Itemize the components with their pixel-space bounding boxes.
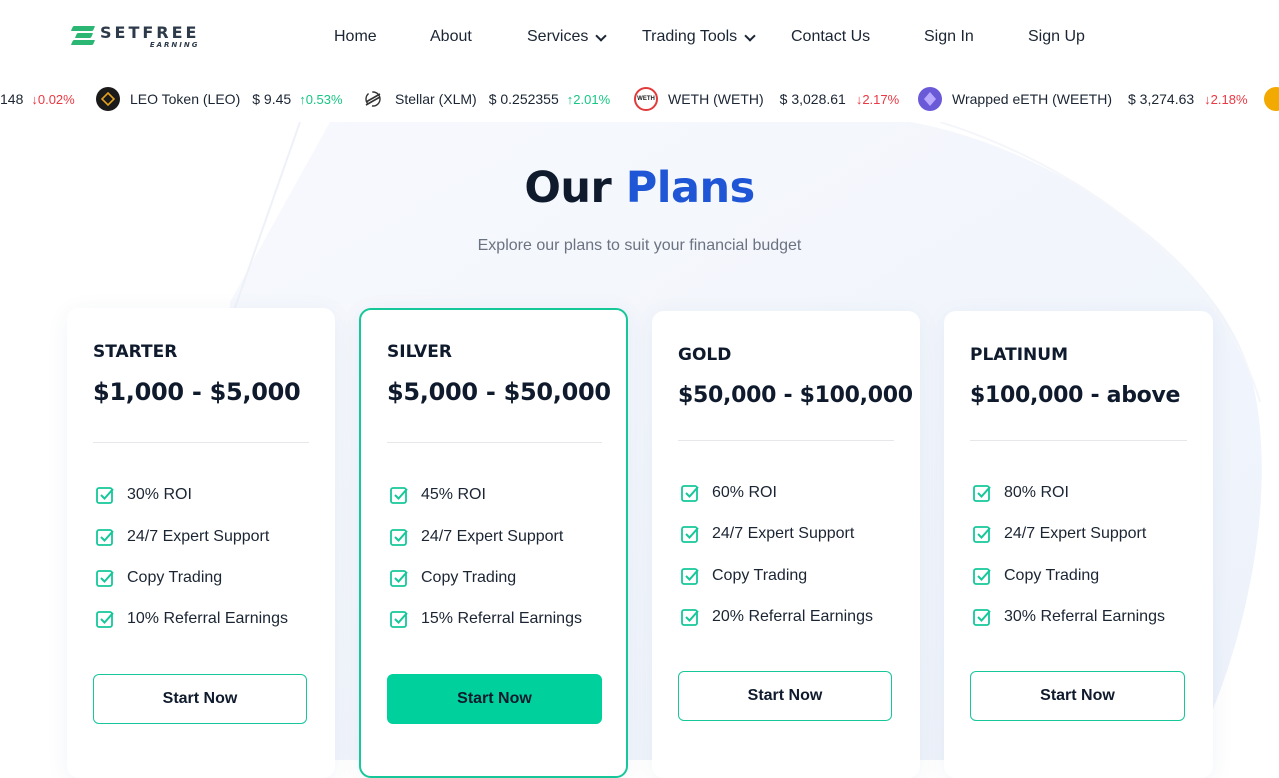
divider <box>387 442 602 443</box>
check-icon <box>681 526 699 543</box>
ticker-change: ↓2.17% <box>855 91 900 107</box>
section-subtitle: Explore our plans to suit your financial… <box>477 237 802 254</box>
leo-token-icon <box>96 87 120 111</box>
nav-sign-up[interactable]: Sign Up <box>1028 28 1085 46</box>
plan-card-platinum: PLATINUM $100,000 - above 80% ROI 24/7 E… <box>944 311 1213 778</box>
plan-name: PLATINUM <box>970 345 1068 365</box>
ticker-name: WETH (WETH) <box>668 91 764 107</box>
check-icon <box>973 526 991 543</box>
site-header: SETFREE EARNING Home About Services Trad… <box>0 0 1279 76</box>
feature-item: 15% Referral Earnings <box>389 609 582 629</box>
feature-item: 24/7 Expert Support <box>95 527 269 547</box>
check-icon <box>681 609 699 626</box>
ticker-price: $ 9.45 <box>252 91 292 107</box>
ticker-change: ↑2.01% <box>566 91 611 107</box>
coin-icon <box>1264 87 1279 111</box>
chevron-down-icon <box>744 30 756 42</box>
divider <box>93 442 309 443</box>
check-icon <box>681 485 699 502</box>
divider <box>970 440 1187 441</box>
section-title: Our Plans <box>0 163 1279 213</box>
ticker-price: $ 0.252355 <box>488 91 559 107</box>
ticker-item[interactable]: WETH WETH (WETH) $ 3,028.61 ↓2.17% <box>634 76 899 122</box>
divider <box>678 440 894 441</box>
feature-item: 20% Referral Earnings <box>680 607 873 627</box>
weeth-icon <box>918 87 942 111</box>
crypto-ticker: 148 ↓0.02% LEO Token (LEO) $ 9.45 ↑0.53%… <box>0 76 1279 122</box>
title-part-b: Plans <box>625 163 755 213</box>
chevron-down-icon <box>595 30 608 42</box>
plan-name: GOLD <box>678 345 732 365</box>
feature-item: 45% ROI <box>389 485 486 505</box>
nav-services[interactable]: Services <box>527 28 608 46</box>
check-icon <box>96 529 114 546</box>
feature-item: Copy Trading <box>95 568 222 588</box>
ticker-price: $ 3,274.63 <box>1128 91 1195 107</box>
feature-item: 80% ROI <box>972 483 1069 503</box>
ticker-name: Stellar (XLM) <box>395 91 477 107</box>
plan-card-gold: GOLD $50,000 - $100,000 60% ROI 24/7 Exp… <box>652 311 920 778</box>
check-icon <box>96 611 114 628</box>
nav-trading-tools[interactable]: Trading Tools <box>642 28 756 46</box>
ticker-price: 148 <box>0 91 24 107</box>
start-now-button[interactable]: Start Now <box>678 671 892 721</box>
feature-item: 30% Referral Earnings <box>972 607 1165 627</box>
plan-range: $1,000 - $5,000 <box>93 378 301 406</box>
plan-card-silver: SILVER $5,000 - $50,000 45% ROI 24/7 Exp… <box>359 308 628 778</box>
check-icon <box>973 568 991 585</box>
check-icon <box>973 485 991 502</box>
start-now-button[interactable]: Start Now <box>93 674 307 724</box>
check-icon <box>390 611 408 628</box>
ticker-price: $ 3,028.61 <box>779 91 846 107</box>
feature-item: 24/7 Expert Support <box>972 524 1146 544</box>
start-now-button[interactable]: Start Now <box>970 671 1185 721</box>
brand-sub: EARNING <box>149 41 200 49</box>
start-now-button[interactable]: Start Now <box>387 674 602 724</box>
brand-logo[interactable]: SETFREE EARNING <box>70 23 200 52</box>
nav-home[interactable]: Home <box>334 28 377 46</box>
check-icon <box>96 487 114 504</box>
nav-about[interactable]: About <box>430 28 472 46</box>
plan-range: $5,000 - $50,000 <box>387 378 611 406</box>
feature-item: Copy Trading <box>680 566 807 586</box>
check-icon <box>973 609 991 626</box>
brand-name: SETFREE <box>100 23 200 42</box>
ticker-item[interactable]: LEO Token (LEO) $ 9.45 ↑0.53% <box>96 76 343 122</box>
ticker-item[interactable]: 148 ↓0.02% <box>0 76 75 122</box>
logo-mark-icon <box>70 24 96 48</box>
feature-item: Copy Trading <box>389 568 516 588</box>
ticker-change: ↓0.02% <box>31 91 75 107</box>
plan-name: STARTER <box>93 342 178 362</box>
stellar-icon <box>361 87 385 111</box>
ticker-name: Wrapped eETH (WEETH) <box>952 91 1112 107</box>
feature-item: 24/7 Expert Support <box>680 524 854 544</box>
feature-item: 24/7 Expert Support <box>389 527 563 547</box>
nav-contact[interactable]: Contact Us <box>791 28 870 46</box>
plan-range: $100,000 - above <box>970 383 1181 408</box>
plan-range: $50,000 - $100,000 <box>678 383 913 408</box>
title-part-a: Our <box>524 163 612 213</box>
check-icon <box>390 487 408 504</box>
feature-item: 30% ROI <box>95 485 192 505</box>
ticker-change: ↑0.53% <box>299 91 343 107</box>
feature-item: 10% Referral Earnings <box>95 609 288 629</box>
ticker-item[interactable]: Wrapped eETH (WEETH) $ 3,274.63 ↓2.18% <box>918 76 1248 122</box>
ticker-change: ↓2.18% <box>1204 91 1248 107</box>
weth-icon: WETH <box>634 87 658 111</box>
nav-sign-in[interactable]: Sign In <box>924 28 974 46</box>
ticker-item[interactable]: Stellar (XLM) $ 0.252355 ↑2.01% <box>361 76 610 122</box>
feature-item: Copy Trading <box>972 566 1099 586</box>
check-icon <box>681 568 699 585</box>
check-icon <box>390 529 408 546</box>
ticker-item[interactable] <box>1264 76 1279 122</box>
check-icon <box>96 570 114 587</box>
plan-name: SILVER <box>387 342 452 362</box>
check-icon <box>390 570 408 587</box>
plan-card-starter: STARTER $1,000 - $5,000 30% ROI 24/7 Exp… <box>67 308 335 778</box>
ticker-name: LEO Token (LEO) <box>130 91 241 107</box>
feature-item: 60% ROI <box>680 483 777 503</box>
